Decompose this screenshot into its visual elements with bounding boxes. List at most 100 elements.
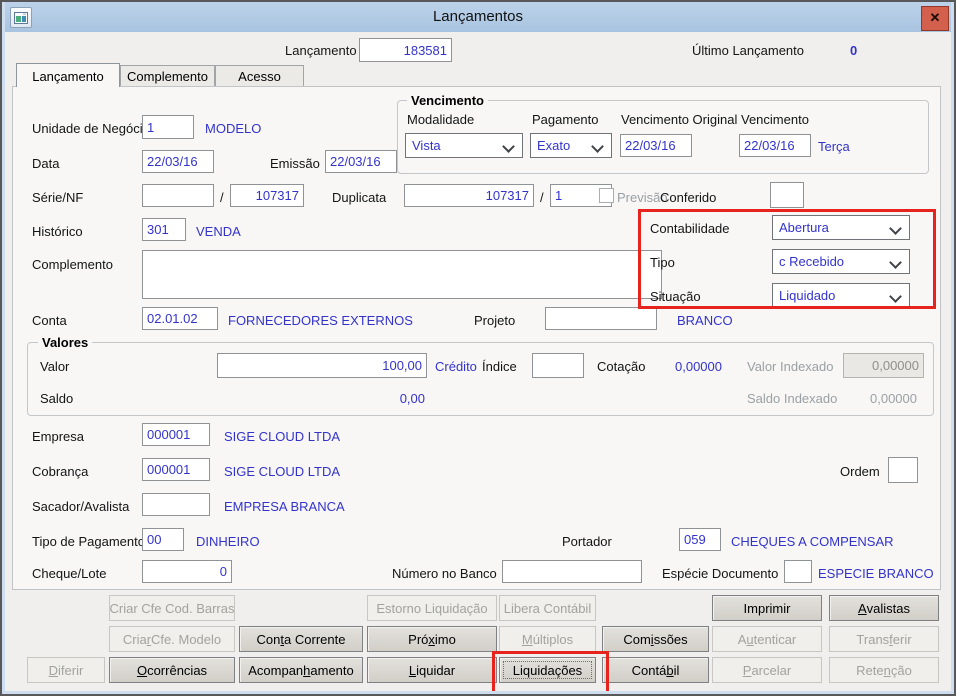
contabilidade-select[interactable]: Abertura <box>772 215 910 240</box>
libera-contabil-button[interactable]: Libera Contábil <box>499 595 596 621</box>
tipo-label: Tipo <box>650 255 675 270</box>
pagamento-select[interactable]: Exato <box>530 133 612 158</box>
data-label: Data <box>32 156 60 171</box>
tab-lancamento[interactable]: Lançamento <box>16 63 120 87</box>
saldo-value: 0,00 <box>399 391 425 406</box>
chevron-down-icon <box>889 290 902 303</box>
situacao-select[interactable]: Liquidado <box>772 283 910 308</box>
indice-field[interactable] <box>532 353 584 378</box>
ultimo-lancamento-label: Último Lançamento <box>692 43 804 58</box>
conferido-label: Conferido <box>660 190 717 205</box>
avalistas-button[interactable]: Avalistas <box>829 595 939 621</box>
multiplos-button[interactable]: Múltiplos <box>499 626 596 652</box>
sacador-avalista-field[interactable] <box>142 493 210 516</box>
proximo-button[interactable]: Pró x imo <box>367 626 497 652</box>
tab-acesso[interactable]: Acesso <box>215 65 304 86</box>
saldo-indexado-value: 0,00000 <box>870 391 917 406</box>
nf-field[interactable]: 107317 <box>230 184 304 207</box>
tab-complemento[interactable]: Complemento <box>120 65 215 86</box>
empresa-desc: SIGE CLOUD LTDA <box>224 429 341 444</box>
previsao-checkbox[interactable] <box>599 188 614 203</box>
emissao-field[interactable]: 22/03/16 <box>325 150 397 173</box>
tipo-pagamento-field[interactable]: 00 <box>142 528 184 551</box>
cotacao-label: Cotação <box>597 359 646 374</box>
ultimo-lancamento-value: 0 <box>850 43 858 58</box>
numero-banco-label: Número no Banco <box>392 566 497 581</box>
contabil-button[interactable]: Contá b il <box>602 657 709 683</box>
valor-indexado-field: 0,00000 <box>843 353 924 378</box>
cobranca-desc: SIGE CLOUD LTDA <box>224 464 341 479</box>
valor-desc: Crédito <box>435 359 477 374</box>
duplicata-field[interactable]: 107317 <box>404 184 534 207</box>
chevron-down-icon <box>889 222 902 235</box>
historico-field[interactable]: 301 <box>142 218 186 241</box>
projeto-field[interactable] <box>545 307 657 330</box>
estorno-liquidacao-button[interactable]: Estorno Liquidação <box>367 595 497 621</box>
chevron-down-icon <box>591 140 604 153</box>
imprimir-button[interactable]: Imprimir <box>712 595 822 621</box>
ocorrencias-button[interactable]: Ocorrências <box>109 657 235 683</box>
sacador-avalista-desc: EMPRESA BRANCA <box>224 499 345 514</box>
especie-documento-field[interactable] <box>784 560 812 583</box>
serie-field[interactable] <box>142 184 214 207</box>
historico-desc: VENDA <box>196 224 241 239</box>
indice-label: Índice <box>482 359 517 374</box>
parcelar-button[interactable]: Parcelar <box>712 657 822 683</box>
cobranca-field[interactable]: 000001 <box>142 458 210 481</box>
complemento-textarea[interactable] <box>142 250 662 299</box>
cheque-lote-field[interactable]: 0 <box>142 560 232 583</box>
conta-corrente-button[interactable]: Con t a Corrente <box>239 626 363 652</box>
conta-field[interactable]: 02.01.02 <box>142 307 218 330</box>
acompanhamento-button[interactable]: Acompan h amento <box>239 657 363 683</box>
conta-label: Conta <box>32 313 67 328</box>
conferido-field[interactable] <box>770 182 804 208</box>
retencao-button[interactable]: Rete n ção <box>829 657 939 683</box>
comissoes-button[interactable]: Com i ssões <box>602 626 709 652</box>
lancamento-number-label: Lançamento <box>285 43 357 58</box>
ordem-label: Ordem <box>840 464 880 479</box>
vencimento-weekday: Terça <box>818 139 850 154</box>
criar-cfe-cod-barras-button[interactable]: Criar Cfe Cod. Barras <box>109 595 235 621</box>
conta-desc: FORNECEDORES EXTERNOS <box>228 313 413 328</box>
unidade-negocio-field[interactable]: 1 <box>142 115 194 139</box>
vencimento-label: Vencimento <box>741 112 809 127</box>
saldo-indexado-label: Saldo Indexado <box>747 391 838 406</box>
situacao-label: Situação <box>650 289 701 304</box>
window-title: Lançamentos <box>432 8 524 25</box>
contabilidade-label: Contabilidade <box>650 221 730 236</box>
criar-cfe-modelo-button[interactable]: Cria r Cfe. Modelo <box>109 626 235 652</box>
especie-documento-label: Espécie Documento <box>662 566 779 581</box>
valor-field[interactable]: 100,00 <box>217 353 427 378</box>
data-field[interactable]: 22/03/16 <box>142 150 214 173</box>
sacador-avalista-label: Sacador/Avalista <box>32 499 130 514</box>
transferir-button[interactable]: Trans f erir <box>829 626 939 652</box>
empresa-field[interactable]: 000001 <box>142 423 210 446</box>
historico-label: Histórico <box>32 224 83 239</box>
portador-field[interactable]: 059 <box>679 528 721 551</box>
diferir-button[interactable]: Diferir <box>27 657 105 683</box>
cotacao-value: 0,00000 <box>675 359 722 374</box>
duplicata-label: Duplicata <box>332 190 387 205</box>
modalidade-select[interactable]: Vista <box>405 133 523 158</box>
serie-nf-slash: / <box>220 190 224 205</box>
autenticar-button[interactable]: Au tenticar <box>712 626 822 652</box>
numero-banco-field[interactable] <box>502 560 642 583</box>
unidade-negocio-label: Unidade de Negócio <box>32 121 150 136</box>
vencimento-original-field[interactable]: 22/03/16 <box>620 134 692 157</box>
chevron-down-icon <box>889 256 902 269</box>
ordem-field[interactable] <box>888 457 918 483</box>
duplicata-slash: / <box>540 190 544 205</box>
pagamento-label: Pagamento <box>532 112 599 127</box>
liquidacoes-button[interactable]: Liquidações <box>499 657 596 683</box>
close-icon[interactable]: ✕ <box>921 6 949 31</box>
liquidar-button[interactable]: Liquidar <box>367 657 497 683</box>
chevron-down-icon <box>502 140 515 153</box>
lancamento-number-field[interactable]: 183581 <box>359 38 452 62</box>
vencimento-field[interactable]: 22/03/16 <box>739 134 811 157</box>
titlebar[interactable]: Lançamentos ✕ <box>2 2 954 32</box>
empresa-label: Empresa <box>32 429 85 444</box>
vencimento-group-title: Vencimento <box>407 93 488 108</box>
tipo-pagamento-desc: DINHEIRO <box>196 534 260 549</box>
tipo-select[interactable]: c Recebido <box>772 249 910 274</box>
lancamentos-dialog: Lançamentos ✕ Lançamento 183581 Último L… <box>0 0 956 696</box>
